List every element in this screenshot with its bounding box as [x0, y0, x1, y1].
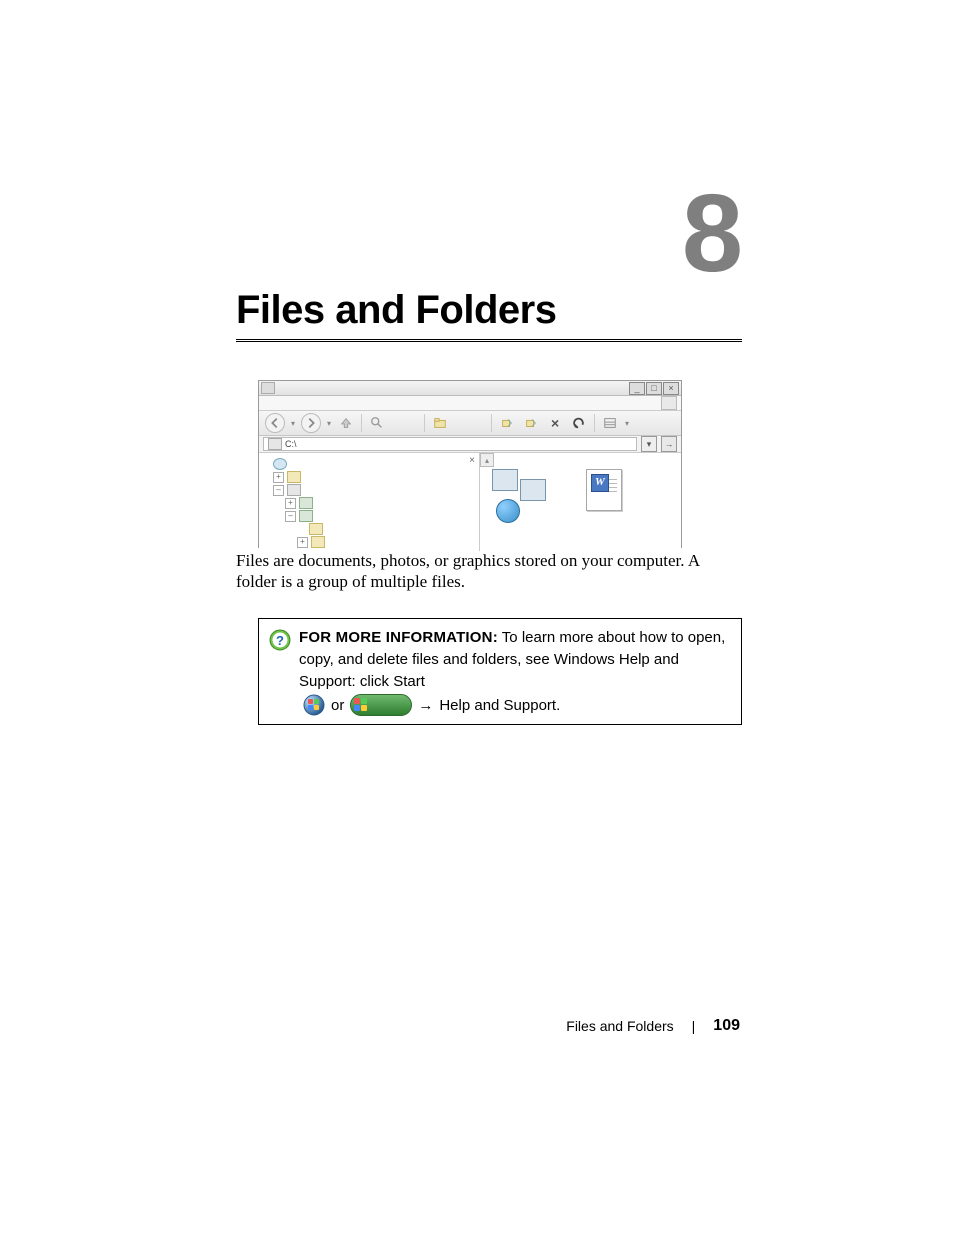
search-icon[interactable] — [368, 414, 386, 432]
info-line2: or → Help and Support. — [269, 694, 731, 716]
close-button[interactable]: × — [663, 382, 679, 395]
chapter-number: 8 — [682, 170, 739, 297]
forward-button[interactable] — [301, 413, 321, 433]
drive-icon — [299, 497, 313, 509]
folder-icon — [311, 536, 325, 548]
tree-node[interactable]: + — [261, 536, 477, 548]
arrow-icon: → — [418, 697, 433, 714]
separator — [424, 414, 425, 432]
computer-icon — [287, 484, 301, 496]
svg-text:?: ? — [276, 633, 284, 648]
tree-node[interactable]: – — [261, 510, 477, 522]
expand-icon[interactable]: + — [273, 472, 284, 483]
info-lead: FOR MORE INFORMATION: — [299, 629, 498, 646]
start-orb-icon — [303, 694, 325, 716]
info-text: FOR MORE INFORMATION: To learn more abou… — [299, 627, 731, 692]
copy-to-icon[interactable] — [498, 414, 516, 432]
window-controls: _ □ × — [629, 382, 679, 395]
network-places-icon[interactable] — [492, 469, 552, 523]
maximize-button[interactable]: □ — [646, 382, 662, 395]
address-field[interactable]: C:\ — [263, 437, 637, 451]
separator — [361, 414, 362, 432]
window-icon — [261, 382, 275, 394]
drive-icon — [268, 438, 282, 450]
folder-tree[interactable]: × + – + – + — [259, 453, 480, 551]
views-dropdown-icon[interactable]: ▾ — [625, 419, 629, 428]
title-block: Files and Folders — [236, 288, 742, 346]
folder-icon — [287, 471, 301, 483]
help-text: Help and Support. — [439, 697, 560, 714]
separator — [491, 414, 492, 432]
expand-icon[interactable]: + — [297, 537, 308, 548]
footer-section: Files and Folders — [566, 1018, 673, 1034]
collapse-icon[interactable]: – — [285, 511, 296, 522]
windows-flag-icon — [661, 396, 677, 410]
delete-icon[interactable]: × — [546, 414, 564, 432]
folder-icon — [309, 523, 323, 535]
page-footer: Files and Folders | 109 — [566, 1017, 740, 1035]
dropdown-icon[interactable]: ▾ — [291, 419, 295, 428]
expand-icon[interactable]: + — [285, 498, 296, 509]
titlebar: _ □ × — [259, 381, 681, 396]
scroll-up-icon[interactable]: ▴ — [480, 453, 494, 467]
content-pane[interactable]: ▴ — [480, 453, 681, 551]
footer-divider: | — [692, 1018, 696, 1034]
views-icon[interactable] — [601, 414, 619, 432]
explorer-screenshot: _ □ × ▾ ▾ — [258, 380, 682, 548]
tree-node[interactable]: – — [261, 484, 477, 496]
desktop-icon — [273, 458, 287, 470]
drive-icon — [299, 510, 313, 522]
up-button[interactable] — [337, 414, 355, 432]
folders-button[interactable] — [431, 414, 449, 432]
move-to-icon[interactable] — [522, 414, 540, 432]
tree-node[interactable]: + — [261, 471, 477, 483]
question-icon: ? — [269, 629, 291, 692]
info-box: ? FOR MORE INFORMATION: To learn more ab… — [258, 618, 742, 725]
tree-node[interactable]: + — [261, 497, 477, 509]
undo-icon[interactable] — [570, 414, 588, 432]
address-text: C:\ — [285, 439, 297, 449]
intro-paragraph: Files are documents, photos, or graphics… — [236, 550, 742, 593]
go-button[interactable]: → — [661, 436, 677, 452]
tree-node[interactable] — [261, 458, 477, 470]
explorer-body: × + – + – + ▴ — [259, 453, 681, 551]
chapter-title: Files and Folders — [236, 288, 742, 333]
page-number: 109 — [713, 1017, 740, 1035]
collapse-icon[interactable]: – — [273, 485, 284, 496]
minimize-button[interactable]: _ — [629, 382, 645, 395]
start-button-icon — [350, 694, 412, 716]
page: 8 Files and Folders _ □ × ▾ ▾ — [0, 0, 954, 1235]
tree-close-icon[interactable]: × — [469, 455, 475, 466]
toolbar: ▾ ▾ × — [259, 411, 681, 436]
separator — [594, 414, 595, 432]
title-rule — [236, 339, 742, 346]
tree-node[interactable] — [261, 523, 477, 535]
or-text: or — [331, 697, 344, 714]
word-document-icon[interactable] — [586, 469, 622, 511]
menubar — [259, 396, 681, 411]
address-dropdown-icon[interactable]: ▾ — [641, 436, 657, 452]
address-bar: C:\ ▾ → — [259, 436, 681, 453]
dropdown-icon[interactable]: ▾ — [327, 419, 331, 428]
back-button[interactable] — [265, 413, 285, 433]
